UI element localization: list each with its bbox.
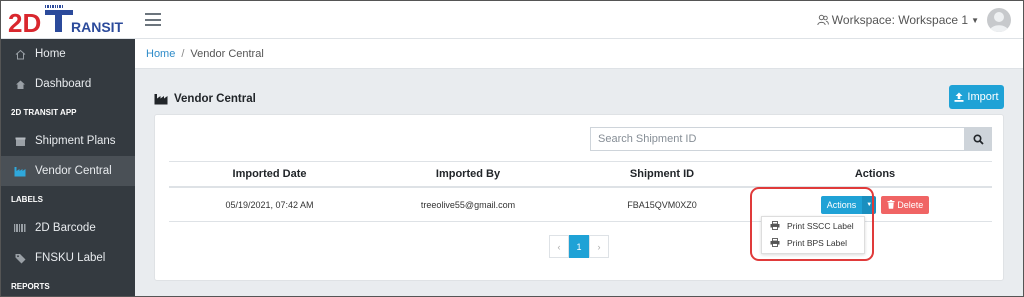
sidebar-item-2d-barcode[interactable]: 2D Barcode <box>1 213 135 243</box>
sidebar-item-label: FNSKU Label <box>35 252 106 264</box>
header-shipment-id[interactable]: Shipment ID <box>566 168 758 180</box>
sidebar-item-label: Dashboard <box>35 78 92 90</box>
sidebar-item-fnsku-label[interactable]: FNSKU Label <box>1 243 135 273</box>
header-actions: Actions <box>854 168 896 180</box>
sidebar-item-label: Vendor Central <box>35 165 112 177</box>
breadcrumb-home-link[interactable]: Home <box>146 48 175 60</box>
search-icon <box>973 133 984 145</box>
cell-imported-by: treeolive55@gmail.com <box>420 199 516 210</box>
dashboard-icon <box>13 79 27 90</box>
home-icon <box>13 49 27 60</box>
pagination-prev-button[interactable]: ‹ <box>549 235 569 258</box>
svg-text:RANSIT: RANSIT <box>71 19 124 35</box>
sidebar-item-dashboard[interactable]: Dashboard <box>1 69 135 99</box>
workspace-label: Workspace: Workspace 1 <box>831 13 969 27</box>
factory-icon <box>13 166 27 177</box>
sidebar-section-2d-transit-app: 2D TRANSIT APP <box>11 108 77 117</box>
delete-button[interactable]: Delete <box>881 195 930 214</box>
user-avatar-icon <box>989 12 1009 32</box>
user-group-icon <box>817 14 829 26</box>
header-imported-date[interactable]: Imported Date <box>169 168 370 180</box>
pagination-next-button[interactable]: › <box>589 235 609 258</box>
factory-icon <box>154 94 168 105</box>
top-header: 2D RANSIT Workspace: Workspace 1 ▼ <box>1 1 1023 39</box>
breadcrumb-current: Vendor Central <box>190 47 264 60</box>
cell-shipment-id: FBA15QVM0XZ0 <box>627 199 697 210</box>
brand-logo[interactable]: 2D RANSIT <box>7 4 131 36</box>
barcode-icon <box>13 223 27 233</box>
cell-imported-date: 05/19/2021, 07:42 AM <box>225 199 314 210</box>
annotation-highlight <box>750 187 874 261</box>
search-input[interactable]: Search Shipment ID <box>590 127 965 151</box>
sidebar-item-shipment-plans[interactable]: Shipment Plans <box>1 126 135 156</box>
pagination-page-1[interactable]: 1 <box>569 235 589 258</box>
upload-icon <box>954 92 964 102</box>
breadcrumb: Home / Vendor Central <box>135 39 1023 69</box>
hamburger-menu-icon[interactable] <box>145 13 161 26</box>
sidebar: Home Dashboard 2D TRANSIT APP Shipment P… <box>1 39 135 296</box>
header-imported-by[interactable]: Imported By <box>370 168 566 180</box>
sidebar-section-reports: REPORTS <box>11 282 50 291</box>
sidebar-item-vendor-central[interactable]: Vendor Central <box>1 156 135 186</box>
box-icon <box>13 136 27 147</box>
avatar[interactable] <box>987 8 1011 32</box>
sidebar-item-home[interactable]: Home <box>1 39 135 69</box>
app-window: 2D RANSIT Workspace: Workspace 1 ▼ Home … <box>0 0 1024 297</box>
page-title-text: Vendor Central <box>174 93 256 105</box>
tag-icon <box>13 253 27 264</box>
sidebar-item-label: Shipment Plans <box>35 135 116 147</box>
sidebar-section-labels: LABELS <box>11 195 43 204</box>
table-header: Imported Date Imported By Shipment ID Ac… <box>169 161 992 188</box>
import-button-label: Import <box>967 91 999 103</box>
sidebar-item-label: Home <box>35 48 66 60</box>
chevron-down-icon: ▼ <box>971 15 979 25</box>
import-button[interactable]: Import <box>949 85 1004 109</box>
trash-icon <box>887 200 895 209</box>
vendor-central-card: Search Shipment ID Imported Date Importe… <box>154 114 1004 281</box>
delete-button-label: Delete <box>897 199 924 210</box>
pagination: ‹ 1 › <box>549 235 609 258</box>
svg-text:2D: 2D <box>8 8 41 36</box>
workspace-selector[interactable]: Workspace: Workspace 1 ▼ <box>817 13 979 27</box>
sidebar-item-label: 2D Barcode <box>35 222 96 234</box>
page-title: Vendor Central <box>154 93 256 105</box>
search-button[interactable] <box>965 127 992 151</box>
breadcrumb-separator: / <box>181 47 185 60</box>
